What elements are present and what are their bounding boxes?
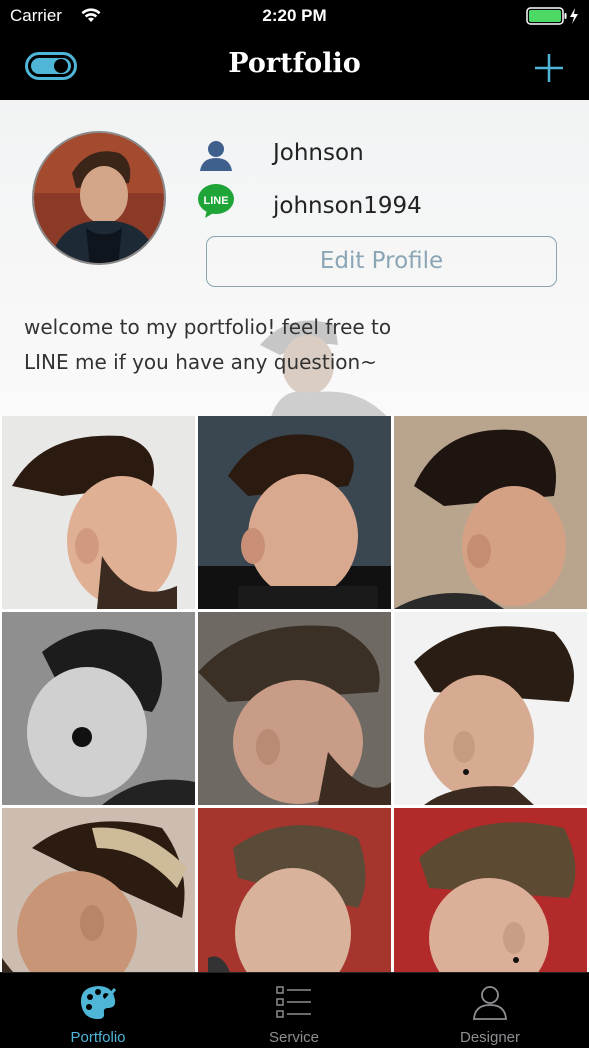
bio-line: welcome to my portfolio! feel free to <box>24 315 392 339</box>
portfolio-photo[interactable] <box>198 416 391 609</box>
tab-label: Designer <box>459 1029 521 1046</box>
profile-bio: welcome to my portfolio! feel free to LI… <box>24 310 444 380</box>
edit-profile-button[interactable]: Edit Profile <box>206 236 557 287</box>
nav-bar: Portfolio <box>0 34 589 100</box>
portfolio-grid <box>0 416 589 1001</box>
tab-label: Service <box>268 1029 320 1046</box>
person-outline-icon <box>473 986 507 1020</box>
status-bar: Carrier 2:20 PM <box>0 0 589 34</box>
person-icon <box>200 141 232 171</box>
status-time: 2:20 PM <box>262 6 327 25</box>
avatar[interactable] <box>32 131 166 265</box>
battery-icon <box>526 7 578 25</box>
profile-line-id: johnson1994 <box>273 193 422 219</box>
portfolio-photo[interactable] <box>394 416 587 609</box>
portfolio-photo[interactable] <box>394 612 587 805</box>
list-icon <box>276 986 311 1018</box>
portfolio-photo[interactable] <box>198 612 391 805</box>
tab-portfolio[interactable]: Portfolio <box>0 973 196 1048</box>
portfolio-photo[interactable] <box>2 612 195 805</box>
add-icon[interactable] <box>532 51 566 85</box>
profile-section: LINE Johnson johnson1994 Edit Profile we… <box>0 100 589 416</box>
portfolio-photo[interactable] <box>2 416 195 609</box>
palette-icon <box>80 986 117 1019</box>
line-badge-text: LINE <box>203 195 228 207</box>
tab-designer[interactable]: Designer <box>392 973 588 1048</box>
profile-name: Johnson <box>273 140 364 166</box>
tab-bar: Portfolio Service Designer <box>0 972 589 1048</box>
tab-label: Portfolio <box>70 1029 126 1046</box>
page-title: Portfolio <box>228 48 361 79</box>
tab-service[interactable]: Service <box>196 973 392 1048</box>
line-logo-icon: LINE <box>198 184 234 218</box>
bio-line: LINE me if you have any question~ <box>24 350 377 374</box>
